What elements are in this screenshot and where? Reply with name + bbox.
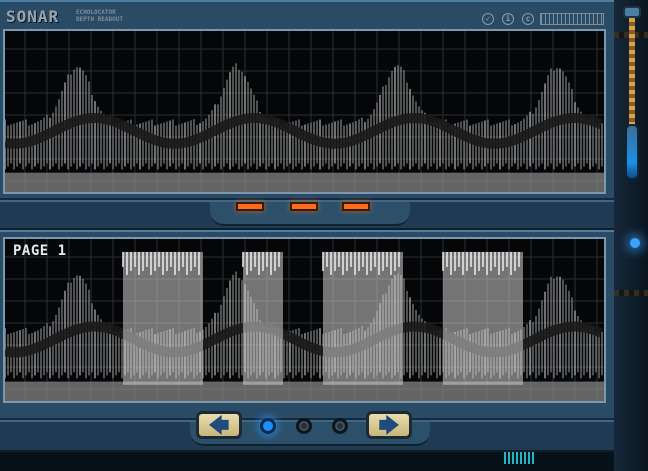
indicator-light-3 — [342, 202, 370, 211]
sonar-logo: SONAR — [6, 7, 60, 26]
sound-icon[interactable]: c — [522, 13, 534, 25]
next-page-button[interactable]: 🡆 — [366, 411, 412, 439]
blue-light-icon — [630, 238, 640, 248]
arrow-left-icon: 🡄 — [208, 413, 230, 437]
level-meter-icon — [540, 13, 604, 25]
indicator-light-2 — [290, 202, 318, 211]
gear-icon[interactable]: ✓ — [482, 13, 494, 25]
sonar-screen-top — [3, 29, 606, 194]
subtitle-line-1: ECHOLOCATOR — [76, 9, 116, 16]
depth-gauge — [619, 6, 645, 186]
top-sonar-panel: SONAR ECHOLOCATOR DEPTH READOUT ✓ i c — [0, 0, 614, 200]
prev-page-button[interactable]: 🡄 — [196, 411, 242, 439]
page-label: PAGE 1 — [13, 243, 67, 259]
page-dot-1[interactable] — [260, 418, 276, 434]
floor-vent-light — [504, 452, 536, 464]
sonar-screen-bottom: PAGE 1 — [3, 237, 606, 403]
title-bar: SONAR ECHOLOCATOR DEPTH READOUT ✓ i c — [0, 4, 614, 28]
gauge-probe — [625, 124, 639, 180]
info-icon[interactable]: i — [502, 13, 514, 25]
seabed-floor — [5, 172, 604, 192]
target-highlight — [243, 251, 283, 385]
indicator-light-1 — [236, 202, 264, 211]
bottom-sonar-panel: PAGE 1 — [0, 230, 614, 420]
sonar-waveform-bottom — [5, 239, 604, 401]
sonar-scene: SONAR ECHOLOCATOR DEPTH READOUT ✓ i c PA… — [0, 0, 648, 471]
page-dot-3[interactable] — [332, 418, 348, 434]
hazard-stripe — [614, 290, 648, 296]
logo-subtitle: ECHOLOCATOR DEPTH READOUT — [76, 9, 136, 23]
gauge-rope — [629, 18, 635, 126]
gauge-cap — [623, 6, 641, 18]
arrow-right-icon: 🡆 — [378, 413, 400, 437]
subtitle-line-2: DEPTH READOUT — [76, 16, 123, 23]
sonar-waveform-top — [5, 31, 604, 192]
page-dot-2[interactable] — [296, 418, 312, 434]
